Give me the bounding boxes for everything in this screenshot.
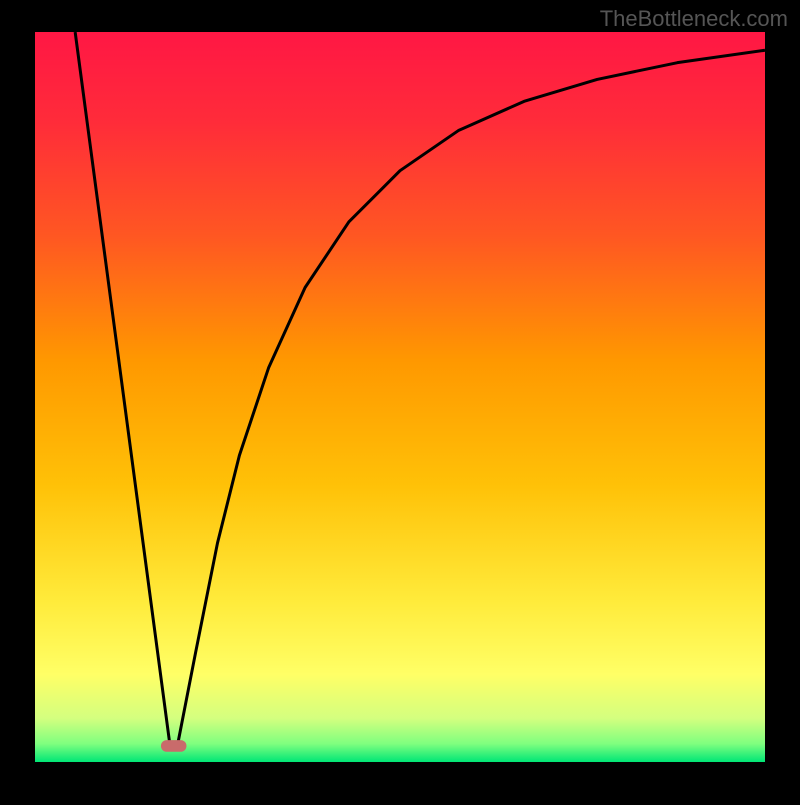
watermark-text: TheBottleneck.com	[600, 6, 788, 32]
chart-gradient-bg	[35, 32, 765, 762]
chart-container	[0, 0, 800, 800]
optimal-marker	[161, 740, 187, 752]
bottleneck-chart	[0, 0, 800, 800]
